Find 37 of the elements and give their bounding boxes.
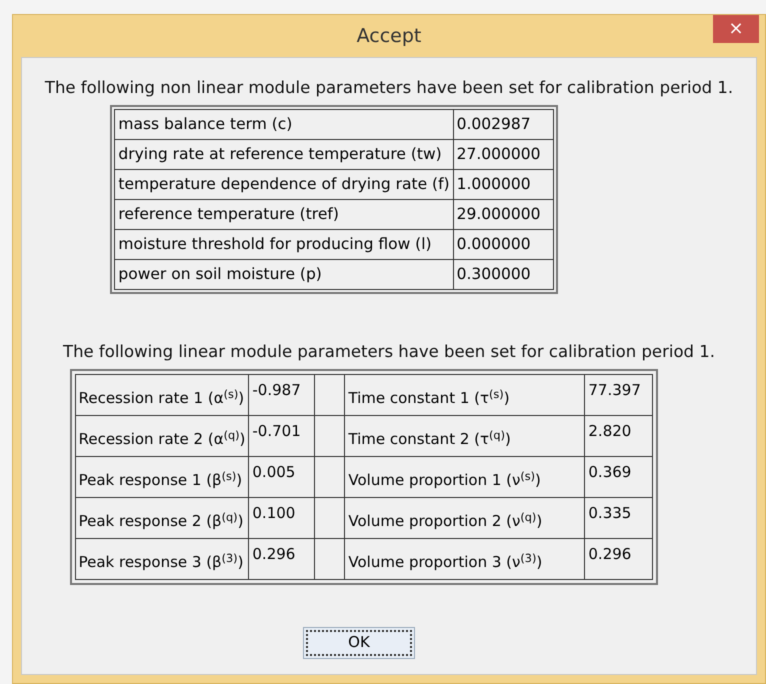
table-cell: Peak response 2 (β$^{(q)}$) bbox=[75, 497, 249, 538]
table-cell: 1.000000 bbox=[453, 169, 554, 200]
table-cell: drying rate at reference temperature (tw) bbox=[114, 139, 454, 170]
table-cell: 27.000000 bbox=[453, 139, 554, 170]
table-cell: Volume proportion 3 (ν$^{(3)}$) bbox=[344, 538, 585, 579]
table-cell: temperature dependence of drying rate (f) bbox=[114, 169, 454, 200]
close-button[interactable]: × bbox=[713, 15, 759, 43]
intro-text: The following linear module parameters have been set for calibration period 1. bbox=[62, 340, 716, 363]
table-cell: Volume proportion 1 (ν$^{(s)}$) bbox=[344, 456, 585, 497]
table-cell: 0.296 bbox=[248, 538, 315, 579]
table-cell: moisture threshold for producing flow (l) bbox=[114, 229, 454, 260]
table-cell: Time constant 1 (τ$^{(s)}$) bbox=[344, 374, 585, 415]
table-cell: reference temperature (tref) bbox=[114, 199, 454, 230]
table-cell: Volume proportion 2 (ν$^{(q)}$) bbox=[344, 497, 585, 538]
table-cell: Peak response 1 (β$^{(s)}$) bbox=[75, 456, 249, 497]
table-cell: -0.701 bbox=[248, 415, 315, 456]
table-cell: 0.300000 bbox=[453, 259, 554, 290]
table-cell: 0.335 bbox=[584, 497, 653, 538]
table-cell: 0.369 bbox=[584, 456, 653, 497]
table-cell: -0.987 bbox=[248, 374, 315, 415]
table-cell: Recession rate 2 (α$^{(q)}$) bbox=[75, 415, 249, 456]
table-cell: 0.296 bbox=[584, 538, 653, 579]
ok-button[interactable]: OK bbox=[303, 626, 415, 658]
table-cell: 0.000000 bbox=[453, 229, 554, 260]
table-cell: 29.000000 bbox=[453, 199, 554, 230]
table-cell: mass balance term (c) bbox=[114, 109, 454, 140]
table-cell: Time constant 2 (τ$^{(q)}$) bbox=[344, 415, 585, 456]
table-cell: power on soil moisture (p) bbox=[114, 259, 454, 290]
table-cell: 0.005 bbox=[248, 456, 315, 497]
table-cell: Recession rate 1 (α$^{(s)}$) bbox=[75, 374, 249, 415]
table-cell: 2.820 bbox=[584, 415, 653, 456]
table-cell: 0.002987 bbox=[453, 109, 554, 140]
table-cell: 0.100 bbox=[248, 497, 315, 538]
window-title: Accept bbox=[356, 24, 422, 49]
table-cell: Peak response 3 (β$^{(3)}$) bbox=[75, 538, 249, 579]
table-cell: 77.397 bbox=[584, 374, 653, 415]
intro-text: The following non linear module parameters have been set for calibration period 1. bbox=[44, 77, 734, 99]
